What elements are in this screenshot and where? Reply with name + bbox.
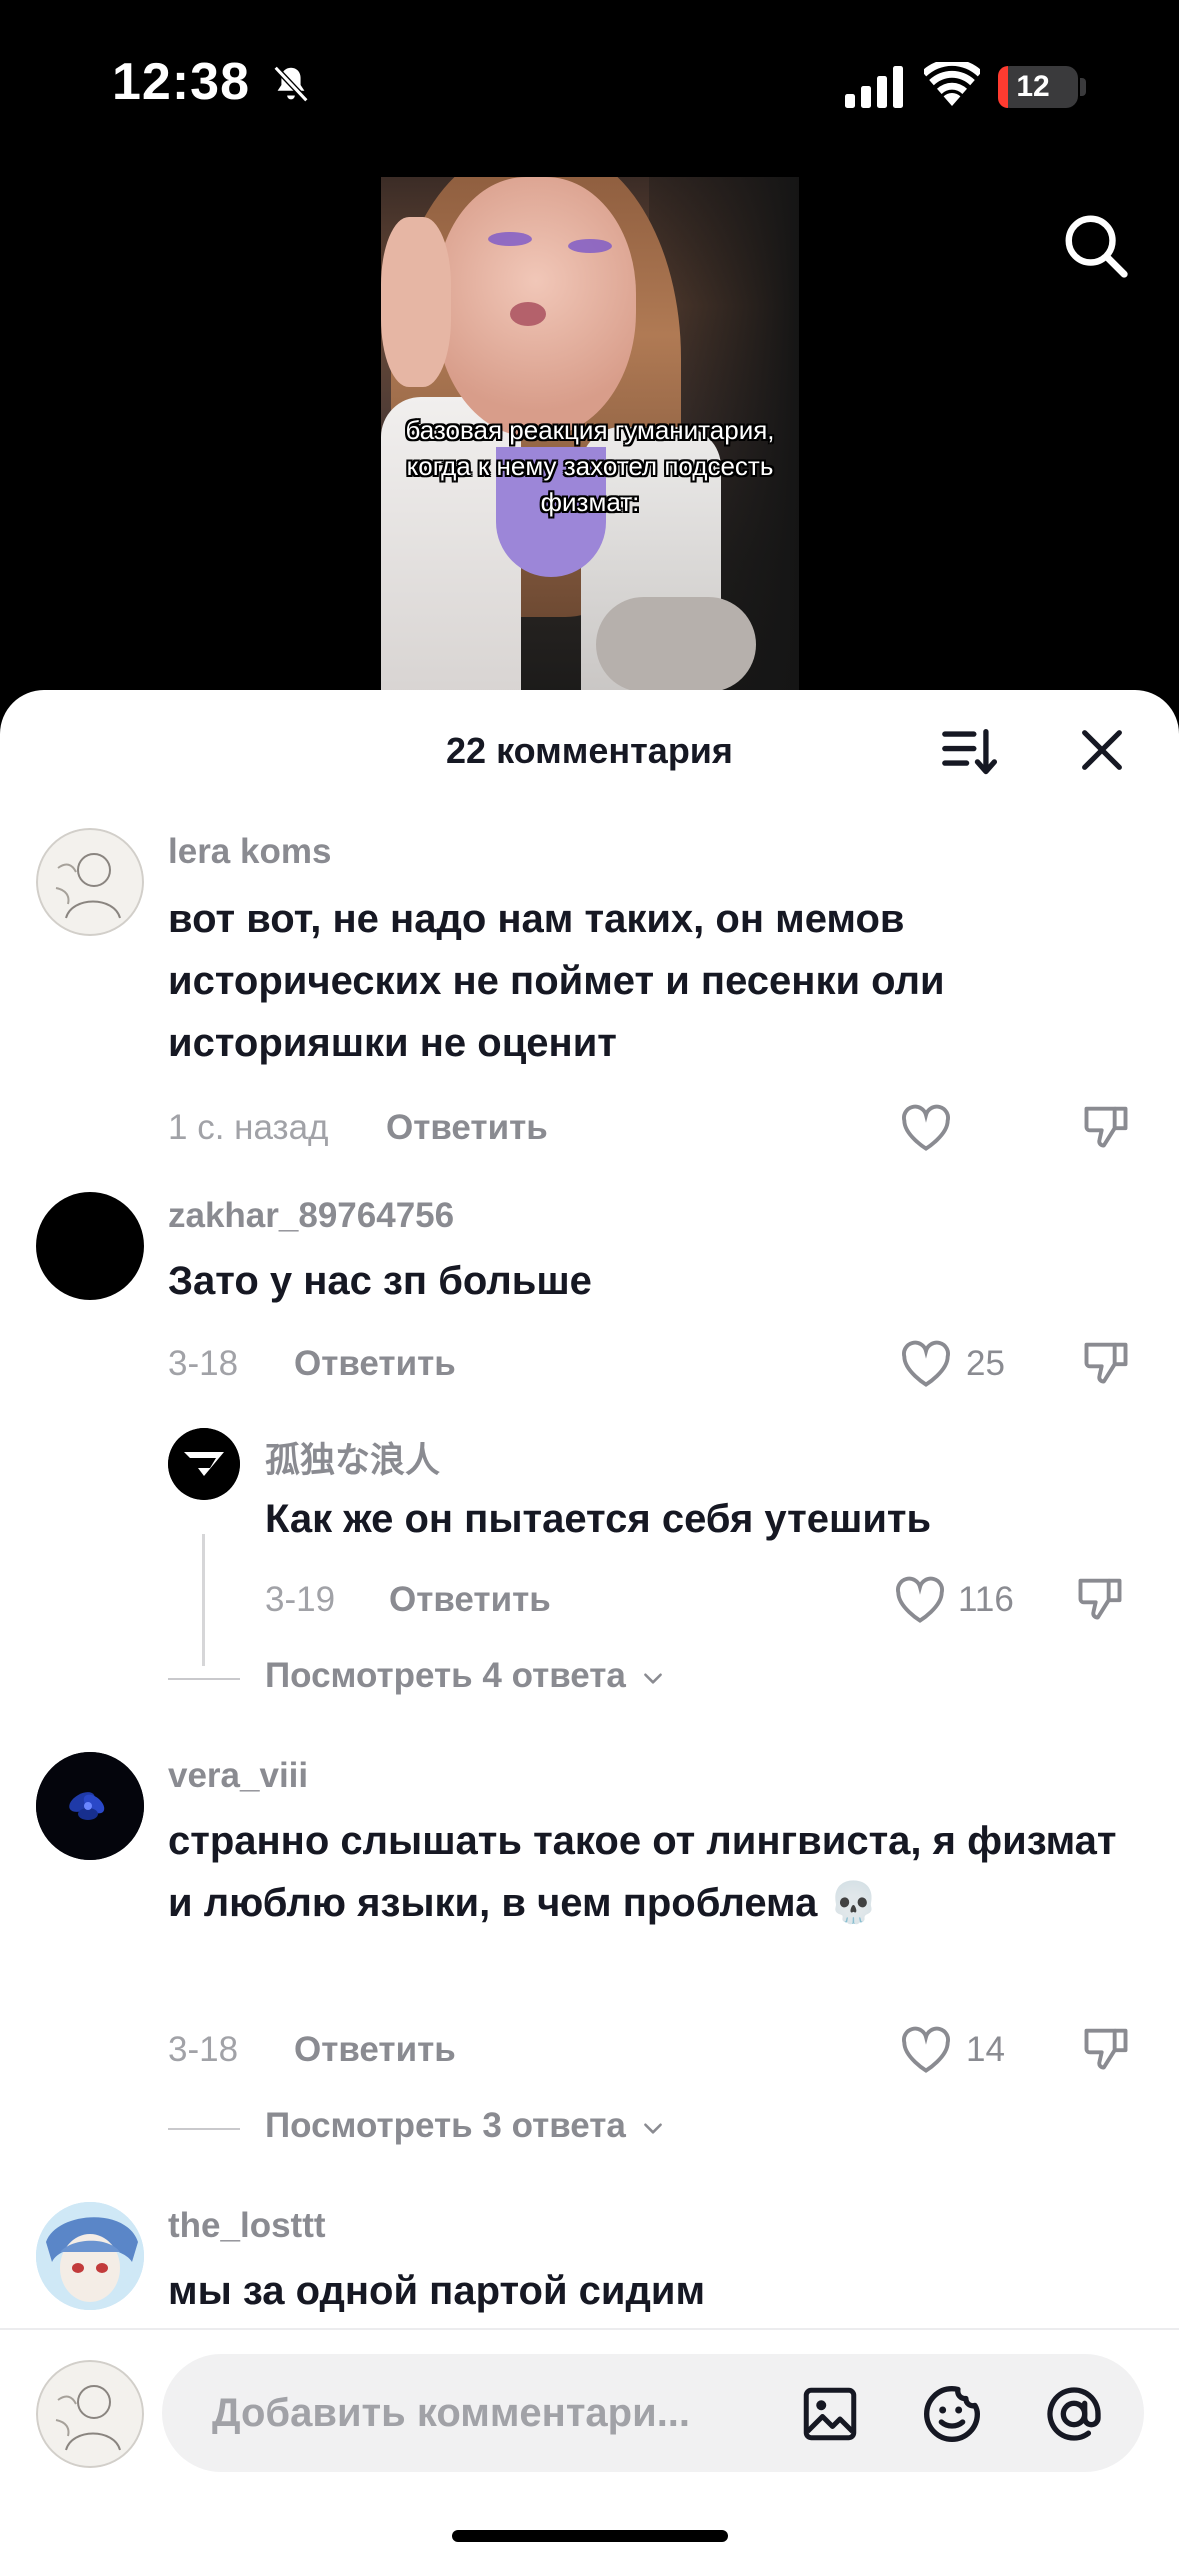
comment-text: мы за одной партой сидим (168, 2269, 706, 2313)
reply-button[interactable]: Ответить (294, 1344, 456, 1384)
signal-icon (845, 66, 903, 108)
avatar[interactable] (36, 2202, 144, 2310)
like-count: 116 (958, 1580, 1014, 1619)
video-figure-eye (488, 232, 532, 246)
status-bar: 12:38 12 (0, 0, 1179, 150)
reply-button[interactable]: Ответить (386, 1108, 548, 1148)
avatar[interactable] (168, 1428, 240, 1500)
view-replies-divider (168, 2128, 240, 2130)
comment-time: 3-18 (168, 1344, 239, 1383)
home-indicator (452, 2530, 728, 2542)
comment-input-bar: Добавить комментари... (0, 2328, 1179, 2556)
comment-username[interactable]: zakhar_89764756 (168, 1196, 454, 1236)
comment-text: Зато у нас зп больше (168, 1259, 592, 1303)
reply-button[interactable]: Ответить (294, 2030, 456, 2070)
heart-icon[interactable] (900, 1340, 952, 1388)
comment-input[interactable]: Добавить комментари... (212, 2354, 772, 2472)
battery-level: 12 (1016, 70, 1050, 103)
heart-icon[interactable] (894, 1576, 946, 1624)
comment-username[interactable]: 孤独な浪人 (265, 1432, 440, 1483)
comment-time: 1 с. назад (168, 1108, 329, 1147)
video-thumbnail[interactable]: базовая реакция гуманитария, когда к нем… (381, 177, 799, 692)
avatar-sketch (36, 828, 144, 936)
avatar-logo (168, 1428, 240, 1500)
comment-text: вот вот, не надо нам таких, он мемов ист… (168, 897, 945, 1065)
avatar[interactable] (36, 2360, 144, 2468)
chevron-down-icon (643, 1673, 662, 1684)
video-figure-face (436, 177, 636, 437)
avatar-sketch (36, 2360, 144, 2468)
search-icon[interactable] (1060, 210, 1130, 280)
like-count: 14 (966, 2030, 1005, 2069)
heart-icon[interactable] (900, 1104, 952, 1152)
wifi-icon (924, 62, 980, 106)
avatar[interactable] (36, 1752, 144, 1860)
view-replies-button[interactable]: Посмотреть 3 ответа (265, 2106, 666, 2146)
battery-icon: 12 (998, 66, 1078, 108)
like-count: 25 (966, 1344, 1005, 1383)
status-time: 12:38 (112, 53, 250, 111)
comment-username[interactable]: the_losttt (168, 2206, 326, 2246)
avatar-flower (36, 1752, 144, 1860)
comment-time: 3-19 (265, 1580, 336, 1619)
sort-icon[interactable] (940, 722, 998, 780)
heart-icon[interactable] (900, 2026, 952, 2074)
at-icon[interactable] (1042, 2382, 1106, 2446)
emoji-icon[interactable] (920, 2382, 984, 2446)
battery-tip (1080, 78, 1086, 96)
dislike-icon[interactable] (1080, 1100, 1132, 1152)
close-icon[interactable] (1076, 724, 1128, 776)
bell-off-icon (273, 65, 309, 103)
video-figure-hand (381, 217, 451, 387)
dislike-icon[interactable] (1080, 1336, 1132, 1388)
dislike-icon[interactable] (1080, 2022, 1132, 2074)
comment-username[interactable]: lera koms (168, 832, 331, 872)
comments-sheet: 22 комментария lera koms вот вот, не над… (0, 690, 1179, 2556)
thread-line (202, 1534, 205, 1666)
reply-button[interactable]: Ответить (389, 1580, 551, 1620)
video-figure-mouth (510, 302, 546, 326)
dislike-icon[interactable] (1074, 1572, 1126, 1624)
comment-time: 3-18 (168, 2030, 239, 2069)
video-figure-microphone (596, 597, 756, 692)
comments-count-title: 22 комментария (446, 730, 733, 771)
comment-username[interactable]: vera_viii (168, 1756, 308, 1796)
avatar[interactable] (36, 828, 144, 936)
avatar-anime (36, 2202, 144, 2310)
view-replies-divider (168, 1678, 240, 1680)
comment-input-container: Добавить комментари... (162, 2354, 1144, 2472)
video-caption: базовая реакция гуманитария, когда к нем… (405, 415, 775, 517)
avatar[interactable] (36, 1192, 144, 1300)
chevron-down-icon (643, 2123, 662, 2134)
view-replies-label: Посмотреть 4 ответа (265, 1656, 626, 1695)
view-replies-label: Посмотреть 3 ответа (265, 2106, 626, 2145)
view-replies-button[interactable]: Посмотреть 4 ответа (265, 1656, 666, 1696)
video-figure-eye (568, 239, 612, 253)
image-icon[interactable] (800, 2384, 860, 2444)
comment-text: Как же он пытается себя утешить (265, 1497, 932, 1541)
comment-text: странно слышать такое от лингвиста, я фи… (168, 1819, 1117, 1925)
